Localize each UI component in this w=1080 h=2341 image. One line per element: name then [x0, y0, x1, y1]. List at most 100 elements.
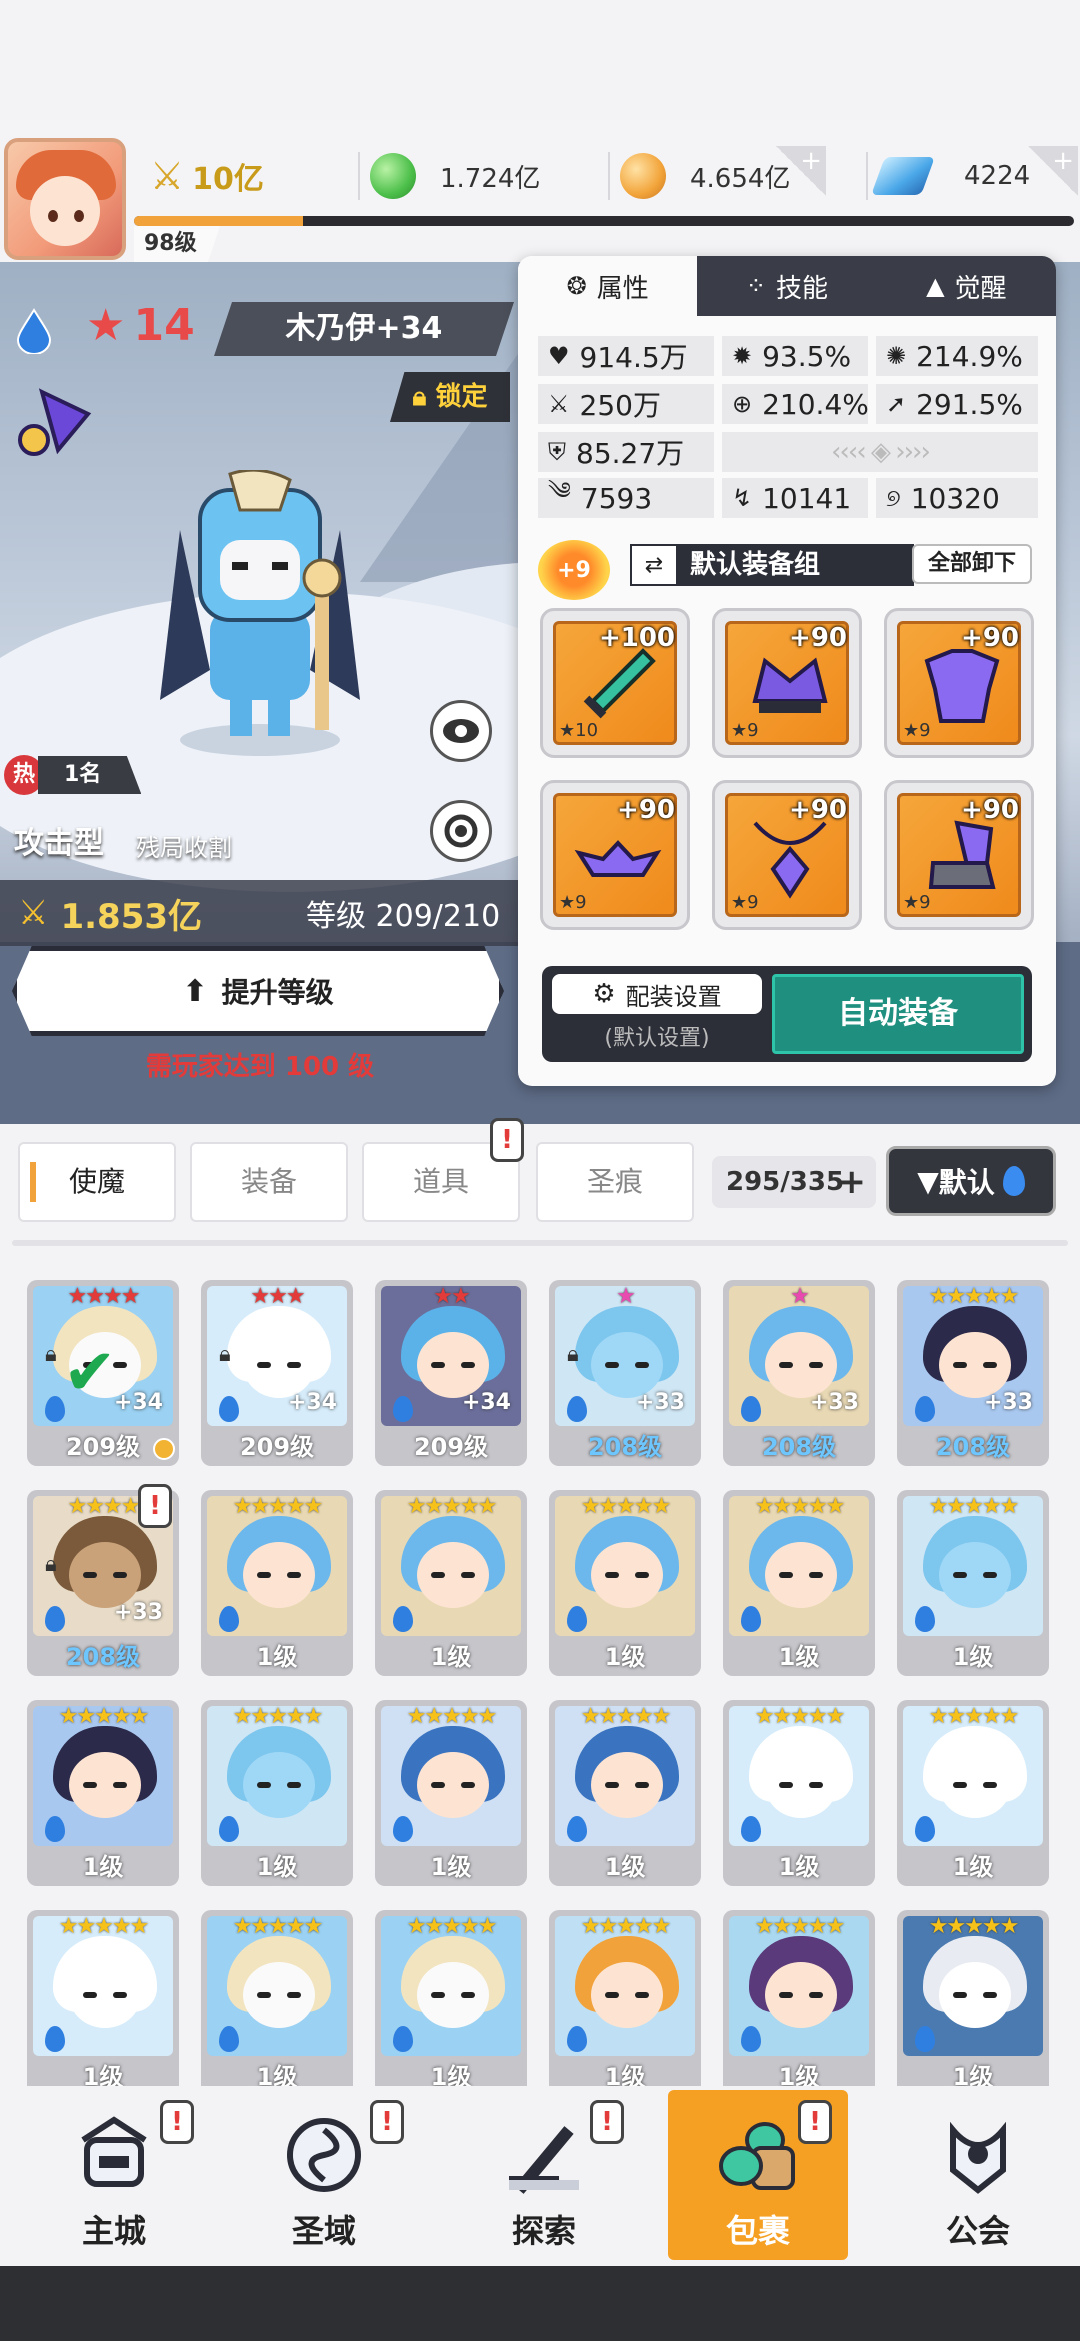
- auto-equip-button[interactable]: 自动装备: [772, 974, 1024, 1054]
- familiar-card[interactable]: 🔒︎ ✔ +34 ★★★★ 209级: [27, 1280, 179, 1466]
- gem-currency[interactable]: 4224: [866, 146, 1030, 206]
- equip-slot-belt[interactable]: +90 ★9: [540, 780, 690, 930]
- familiar-card[interactable]: ★★★★★ 1级: [897, 1910, 1049, 2096]
- nav-item-guild[interactable]: 公会: [888, 2090, 1068, 2260]
- nav-item-explore[interactable]: 探索!: [454, 2090, 634, 2260]
- water-element-icon: [219, 1396, 239, 1422]
- familiar-card[interactable]: +33 ★ 208级: [723, 1280, 875, 1466]
- eye-icon: [443, 719, 479, 743]
- notification-badge-icon: !: [590, 2100, 624, 2144]
- swap-icon[interactable]: ⇄: [630, 544, 678, 586]
- familiar-level: 1级: [778, 1643, 820, 1671]
- familiar-level: 1级: [256, 1853, 298, 1881]
- unequip-all-button[interactable]: 全部卸下: [912, 544, 1032, 584]
- sword-icon: ⚔: [548, 390, 570, 418]
- bag-capacity[interactable]: 295/335 +: [712, 1156, 876, 1208]
- nav-item-main-city[interactable]: 主城!: [24, 2090, 204, 2260]
- stat-expand-indicator[interactable]: ‹‹‹‹ ◈ ››››: [722, 432, 1038, 472]
- familiar-stars: ★★★★★: [580, 1704, 672, 1729]
- water-element-icon: [393, 2026, 413, 2052]
- familiar-stars: ★★★★★: [754, 1494, 846, 1519]
- inv-tab-stigmata[interactable]: 圣痕: [536, 1142, 694, 1222]
- familiar-level: 1级: [604, 1853, 646, 1881]
- familiar-card[interactable]: ★★★★★ 1级: [723, 1490, 875, 1676]
- add-gem-button[interactable]: +: [1028, 146, 1078, 196]
- equip-slot-helmet[interactable]: +90 ★9: [712, 608, 862, 758]
- familiar-card[interactable]: ★★★★★ 1级: [549, 1910, 701, 2096]
- familiar-stars: ★★★★★: [754, 1704, 846, 1729]
- familiar-card[interactable]: ★★★★★ 1级: [201, 1700, 353, 1886]
- nav-item-label: 主城: [81, 2212, 146, 2250]
- hero-power-row: ⚔ 1.853亿 等级 209/210: [0, 880, 520, 946]
- sort-filter-button[interactable]: ▼ 默认: [886, 1146, 1056, 1216]
- lock-icon: 🔒︎: [45, 1552, 57, 1577]
- equip-slot-armor[interactable]: +90 ★9: [884, 608, 1034, 758]
- familiar-stars: ★★★★★: [928, 1494, 1020, 1519]
- rotate-view-button[interactable]: [430, 800, 492, 862]
- lock-icon: 🔒︎: [219, 1342, 231, 1367]
- familiar-card[interactable]: ★★★★★ 1级: [201, 1490, 353, 1676]
- familiar-plus: +34: [113, 1390, 163, 1415]
- popularity-rank-badge[interactable]: 热 1名: [4, 752, 142, 798]
- familiar-plus: +34: [461, 1390, 511, 1415]
- lock-button[interactable]: 🔒︎ 锁定: [390, 372, 510, 422]
- hero-star-value: 14: [133, 300, 195, 351]
- equip-plus: +100: [598, 623, 675, 653]
- inv-tab-equipment[interactable]: 装备: [190, 1142, 348, 1222]
- familiar-card[interactable]: ★★★★★ 1级: [723, 1910, 875, 2096]
- familiar-card[interactable]: ★★★★★ 1级: [375, 1490, 527, 1676]
- hero-star-count: ★ 14: [86, 300, 195, 351]
- familiar-level: 208级: [761, 1433, 837, 1461]
- water-element-icon: [45, 1606, 65, 1632]
- tab-attributes[interactable]: ❂ 属性: [518, 256, 698, 316]
- water-element-icon: [393, 1816, 413, 1842]
- speed-icon: ➚: [886, 390, 907, 418]
- water-element-icon: [219, 1606, 239, 1632]
- set-bonus-badge[interactable]: +9: [538, 540, 610, 600]
- player-avatar[interactable]: [4, 138, 126, 260]
- equip-stars: ★9: [559, 892, 587, 913]
- familiar-card[interactable]: +34 ★★ 209级: [375, 1280, 527, 1466]
- equip-plus: +90: [789, 795, 847, 825]
- stat-a: ༄ 7593: [538, 477, 714, 518]
- crossed-swords-icon: ⚔: [150, 154, 185, 198]
- nav-item-bag[interactable]: 包裹!: [668, 2090, 848, 2260]
- tab-skills[interactable]: ⁘ 技能: [697, 256, 877, 316]
- sword-icon: [499, 2110, 589, 2200]
- familiar-card[interactable]: ★★★★★ 1级: [201, 1910, 353, 2096]
- castle-icon: [69, 2110, 159, 2200]
- inv-tab-familiars[interactable]: 使魔: [18, 1142, 176, 1222]
- nav-item-label: 探索: [511, 2212, 576, 2250]
- familiar-card[interactable]: ★★★★★ 1级: [897, 1700, 1049, 1886]
- familiar-card[interactable]: ★★★★★ 1级: [27, 1910, 179, 2096]
- familiar-card[interactable]: ★★★★★ 1级: [375, 1700, 527, 1886]
- familiar-card[interactable]: ★★★★★ 1级: [897, 1490, 1049, 1676]
- familiar-card[interactable]: 🔒︎ +33 ★ 208级: [549, 1280, 701, 1466]
- dropdown-triangle-icon: ▼: [917, 1164, 939, 1198]
- familiar-card[interactable]: ★★★★★ 1级: [723, 1700, 875, 1886]
- loadout-settings-button[interactable]: ⚙ 配装设置: [552, 974, 762, 1014]
- gold-currency[interactable]: 4.654亿: [608, 146, 790, 206]
- water-element-icon: [45, 1816, 65, 1842]
- familiar-card[interactable]: +33 ★★★★★ 208级: [897, 1280, 1049, 1466]
- water-element-icon: [741, 1396, 761, 1422]
- tab-awaken[interactable]: ▲ 觉醒: [876, 256, 1056, 316]
- hero-character-sprite: [160, 470, 360, 756]
- equip-slot-necklace[interactable]: +90 ★9: [712, 780, 862, 930]
- stat-hp: ♥ 914.5万: [538, 336, 714, 376]
- familiar-card[interactable]: ★★★★★ 1级: [375, 1910, 527, 2096]
- familiar-card[interactable]: ★★★★★ 1级: [27, 1700, 179, 1886]
- familiar-card[interactable]: ★★★★★ 1级: [549, 1700, 701, 1886]
- weapon-class-badge-icon[interactable]: [12, 384, 104, 464]
- necklace-equipment-icon: [753, 821, 827, 899]
- familiar-card[interactable]: 🔒︎ +34 ★★★ 209级: [201, 1280, 353, 1466]
- appearance-button[interactable]: [430, 700, 492, 762]
- add-gold-button[interactable]: +: [776, 146, 826, 196]
- green-currency[interactable]: 1.724亿: [358, 146, 540, 206]
- equip-slot-weapon[interactable]: +100 ★10: [540, 608, 690, 758]
- equip-slot-boots[interactable]: +90 ★9: [884, 780, 1034, 930]
- familiar-card[interactable]: ★★★★★ 1级: [549, 1490, 701, 1676]
- upgrade-level-button[interactable]: ⬆ 提升等级: [12, 946, 504, 1036]
- nav-item-sanctuary[interactable]: 圣域!: [234, 2090, 414, 2260]
- stat-crit-rate: ✹ 93.5%: [722, 336, 868, 376]
